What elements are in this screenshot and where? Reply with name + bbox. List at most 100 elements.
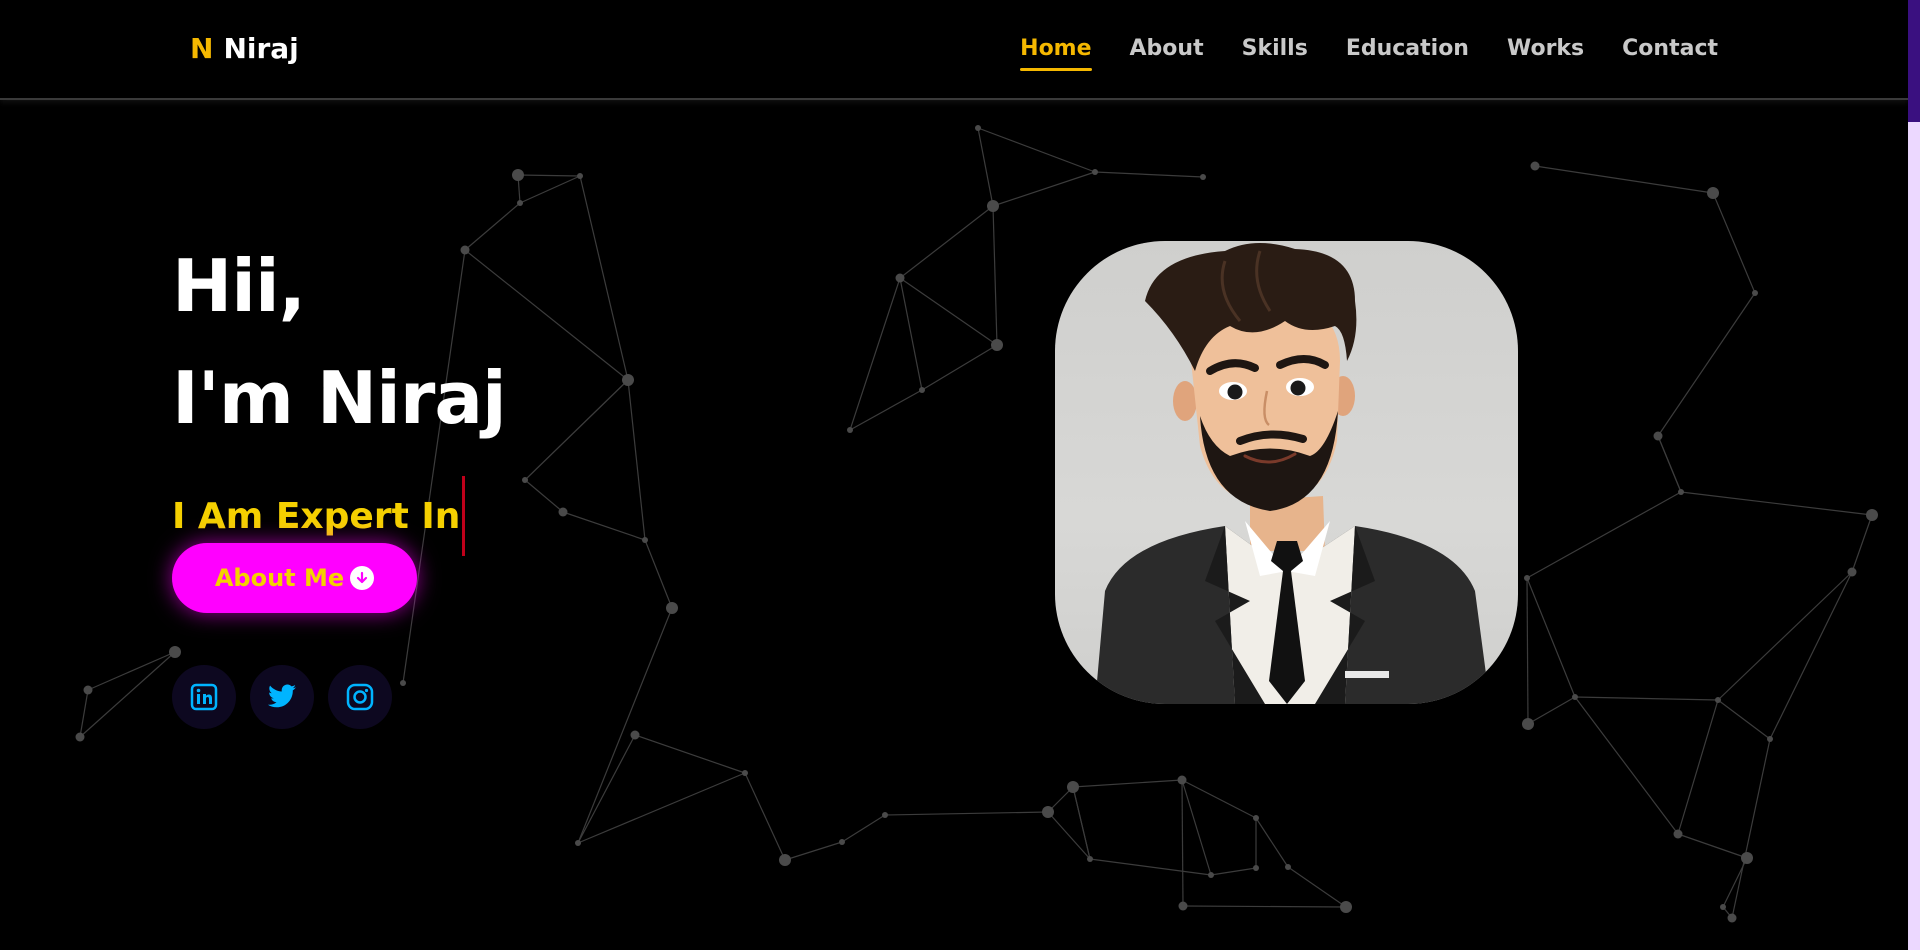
network-node [630,730,640,740]
network-line [644,539,673,609]
network-node [1741,852,1753,864]
network-line [841,814,886,843]
network-line [884,811,1049,816]
network-line [899,277,998,346]
network-line [977,127,994,207]
network-node [1253,865,1259,871]
profile-avatar-illustration [1095,242,1490,704]
nav-about[interactable]: About [1130,36,1204,71]
network-node [1653,431,1663,441]
network-node [1087,856,1093,862]
network-line [1047,811,1091,860]
network-node [1177,775,1187,785]
linkedin-link[interactable] [172,665,236,729]
network-line [577,734,636,844]
network-node [779,854,791,866]
network-node [666,602,678,614]
network-node [1673,829,1683,839]
network-node [1715,697,1721,703]
network-node [895,273,905,283]
network-node [1042,806,1054,818]
nav-contact[interactable]: Contact [1622,36,1718,71]
network-line [1677,833,1748,859]
network-node [1092,169,1098,175]
network-line [1680,491,1873,516]
network-line [1526,577,1529,725]
nav-home[interactable]: Home [1020,36,1092,71]
social-links [172,665,392,729]
network-line [849,277,901,431]
network-node [517,200,523,206]
network-node [991,339,1003,351]
network-line [1657,435,1682,493]
hero-greeting: Hii, [172,244,306,328]
network-node [522,477,528,483]
page-scrollbar[interactable] [1908,0,1920,950]
hero-name: I'm Niraj [172,356,507,440]
network-line [1182,905,1347,908]
network-node [1707,187,1719,199]
network-node [987,200,999,212]
network-line [627,379,646,541]
about-me-label: About Me [214,564,345,592]
about-me-button[interactable]: About Me [172,543,417,613]
scrollbar-thumb[interactable] [1908,0,1920,122]
network-line [1526,491,1682,579]
network-node [1253,815,1259,821]
network-node [839,839,845,845]
network-node [577,173,583,179]
network-line [524,479,564,513]
network-node [1767,736,1773,742]
network-line [1072,786,1091,860]
arrow-down-circle-icon [350,566,375,590]
network-line [1717,571,1853,701]
network-line [921,344,998,391]
network-line [1181,779,1257,819]
network-node [1067,781,1079,793]
network-line [577,607,673,844]
typing-cursor [462,476,466,556]
twitter-link[interactable] [250,665,314,729]
logo-letter: N [190,32,214,65]
network-line [1210,867,1257,876]
network-node [1200,174,1206,180]
network-node [1340,901,1352,913]
network-line [1717,699,1771,740]
network-node [847,427,853,433]
network-line [1677,699,1719,835]
nav-skills[interactable]: Skills [1242,36,1308,71]
network-line [1731,738,1771,919]
network-line [79,651,176,738]
network-line [517,174,581,177]
network-line [1712,192,1756,294]
network-node [642,537,648,543]
network-node [1208,872,1214,878]
nav-education[interactable]: Education [1346,36,1469,71]
network-line [1181,779,1212,876]
network-node [1285,864,1291,870]
instagram-icon [346,683,374,711]
network-line [1851,514,1873,573]
network-node [575,840,581,846]
network-line [1534,165,1714,194]
instagram-link[interactable] [328,665,392,729]
logo[interactable]: N Niraj [190,32,299,65]
profile-avatar [1055,241,1518,704]
network-line [1072,779,1183,788]
network-line [1769,571,1853,740]
network-node [742,770,748,776]
nav-works[interactable]: Works [1507,36,1584,71]
network-line [1255,817,1289,868]
network-line [577,772,746,844]
network-node [1178,901,1188,911]
network-node [1720,904,1726,910]
network-node [1522,718,1534,730]
network-line [744,772,786,861]
network-line [634,734,746,774]
network-node [558,507,568,517]
network-node [169,646,181,658]
network-line [1089,858,1212,876]
network-line [784,841,843,861]
network-line [519,175,581,204]
nav-menu: Home About Skills Education Works Contac… [1020,36,1718,71]
